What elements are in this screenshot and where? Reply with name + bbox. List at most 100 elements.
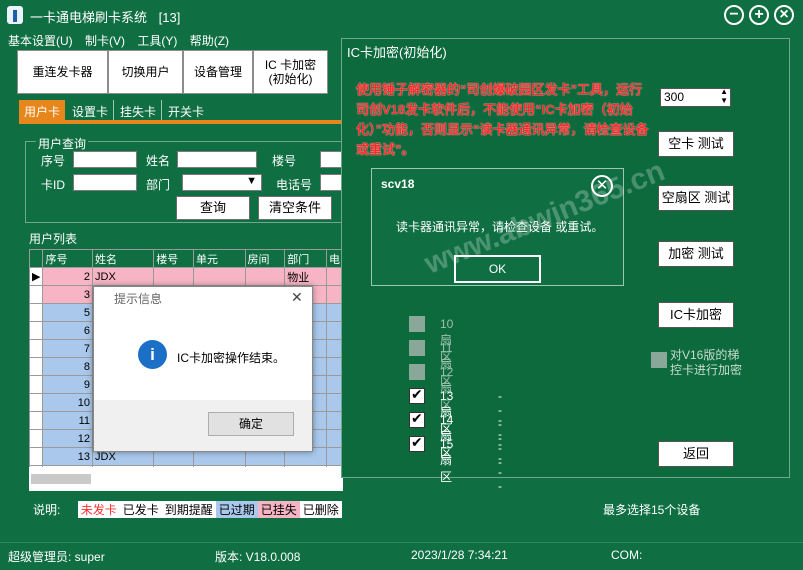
legend-bar: 说明: 未发卡 已发卡 到期提醒 已过期 已挂失 已删除 bbox=[30, 501, 345, 518]
menu-card-making[interactable]: 制卡(V) bbox=[85, 34, 125, 48]
empty-card-test-button[interactable]: 空卡 测试 bbox=[658, 131, 734, 157]
cell-serial[interactable]: 12 bbox=[42, 429, 93, 448]
row-indicator[interactable] bbox=[29, 429, 44, 448]
status-com: COM: bbox=[611, 548, 643, 562]
row-indicator[interactable] bbox=[29, 285, 44, 304]
maximize-button[interactable]: + bbox=[749, 5, 769, 25]
legend-item: 已挂失 bbox=[257, 501, 300, 518]
reconnect-reader-button[interactable]: 重连发卡器 bbox=[17, 50, 108, 94]
row-indicator[interactable] bbox=[29, 357, 44, 376]
count-spinner[interactable]: 300 ▲ ▼ bbox=[660, 87, 731, 107]
user-query-title: 用户查询 bbox=[36, 135, 89, 152]
sector-checkbox bbox=[409, 364, 425, 380]
legend-item: 已发卡 bbox=[119, 501, 162, 518]
encrypt-test-button[interactable]: 加密 测试 bbox=[658, 241, 734, 267]
row-indicator[interactable] bbox=[29, 447, 44, 466]
cell-serial[interactable]: 7 bbox=[42, 339, 93, 358]
table-header-row: 序号 姓名 楼号 单元 房间 部门 电 bbox=[29, 249, 343, 268]
row-indicator[interactable] bbox=[29, 375, 44, 394]
cell-serial[interactable]: 2 bbox=[42, 267, 93, 286]
ic-panel-title: IC卡加密(初始化) bbox=[347, 45, 447, 60]
menu-basic-settings[interactable]: 基本设置(U) bbox=[8, 34, 73, 48]
info-icon: i bbox=[138, 340, 167, 369]
sector-checkbox[interactable] bbox=[409, 434, 425, 452]
sector-checkbox[interactable] bbox=[409, 410, 425, 428]
phone-input[interactable] bbox=[320, 174, 342, 191]
cell-dept[interactable]: 物业 bbox=[284, 267, 327, 286]
legend-label: 说明: bbox=[33, 503, 61, 517]
col-dept[interactable]: 部门 bbox=[284, 249, 327, 268]
info-ok-button[interactable]: 确定 bbox=[208, 412, 294, 436]
cell-serial[interactable]: 3 bbox=[42, 285, 93, 304]
app-logo-icon: ❚ bbox=[7, 6, 23, 24]
count-spinner-value: 300 bbox=[664, 90, 685, 104]
row-indicator[interactable] bbox=[29, 339, 44, 358]
close-icon[interactable]: ✕ bbox=[291, 289, 303, 306]
sector-checkbox[interactable] bbox=[409, 386, 425, 404]
serial-label: 序号 bbox=[41, 154, 66, 168]
cell-serial[interactable]: 13 bbox=[42, 447, 93, 466]
table-row-indicator-header bbox=[29, 249, 44, 268]
table-row[interactable]: ▶ 2 JDX 物业 bbox=[29, 267, 343, 286]
cell-room[interactable] bbox=[244, 267, 286, 286]
tab-setting-card[interactable]: 设置卡 bbox=[67, 100, 115, 120]
row-indicator[interactable] bbox=[29, 321, 44, 340]
empty-sector-test-button[interactable]: 空扇区 测试 bbox=[658, 185, 734, 211]
tab-switch-card[interactable]: 开关卡 bbox=[163, 100, 209, 120]
cell-serial[interactable]: 9 bbox=[42, 375, 93, 394]
cell-serial[interactable]: 11 bbox=[42, 411, 93, 430]
dept-label: 部门 bbox=[146, 178, 171, 192]
device-manage-button[interactable]: 设备管理 bbox=[183, 50, 253, 94]
v16-checkbox[interactable] bbox=[651, 352, 667, 368]
close-icon[interactable]: ✕ bbox=[591, 175, 613, 197]
error-ok-button[interactable]: OK bbox=[454, 255, 541, 283]
row-indicator[interactable] bbox=[29, 393, 44, 412]
status-admin: 超级管理员: super bbox=[8, 550, 105, 564]
col-building[interactable]: 楼号 bbox=[153, 249, 195, 268]
cell-serial[interactable]: 5 bbox=[42, 303, 93, 322]
cell-serial[interactable]: 8 bbox=[42, 357, 93, 376]
status-datetime: 2023/1/28 7:34:21 bbox=[411, 548, 508, 562]
switch-user-button[interactable]: 切换用户 bbox=[108, 50, 183, 94]
name-input[interactable] bbox=[177, 151, 257, 168]
phone-label: 电话号 bbox=[276, 178, 313, 192]
serial-input[interactable] bbox=[73, 151, 137, 168]
col-room[interactable]: 房间 bbox=[244, 249, 286, 268]
row-indicator[interactable] bbox=[29, 303, 44, 322]
tab-user-card[interactable]: 用户卡 bbox=[19, 100, 66, 120]
tab-underline bbox=[19, 120, 341, 124]
card-id-input[interactable] bbox=[73, 174, 137, 191]
ic-encrypt-button[interactable]: IC卡加密 bbox=[658, 302, 734, 328]
building-input[interactable] bbox=[320, 151, 342, 168]
status-version: 版本: V18.0.008 bbox=[215, 550, 301, 564]
menu-help[interactable]: 帮助(Z) bbox=[190, 34, 229, 48]
horizontal-scrollbar[interactable] bbox=[29, 467, 343, 491]
scrollbar-thumb[interactable] bbox=[31, 474, 91, 484]
cell-building[interactable] bbox=[153, 267, 195, 286]
tab-lost-card[interactable]: 挂失卡 bbox=[115, 100, 163, 120]
cell-serial[interactable]: 10 bbox=[42, 393, 93, 412]
col-serial[interactable]: 序号 bbox=[42, 249, 93, 268]
sector-value: ---- bbox=[498, 437, 502, 493]
spinner-arrows-icon[interactable]: ▲ ▼ bbox=[720, 87, 728, 105]
ic-encrypt-toolbar-button[interactable]: IC 卡加密 (初始化) bbox=[253, 50, 328, 94]
row-indicator-icon[interactable]: ▶ bbox=[29, 267, 44, 286]
back-button[interactable]: 返回 bbox=[658, 441, 734, 467]
dept-select[interactable]: ▼ bbox=[182, 174, 262, 191]
sector-checkbox bbox=[409, 316, 425, 332]
cell-name[interactable]: JDX bbox=[91, 267, 155, 286]
cell-serial[interactable]: 6 bbox=[42, 321, 93, 340]
menu-tools[interactable]: 工具(Y) bbox=[137, 34, 177, 48]
search-button[interactable]: 查询 bbox=[176, 196, 250, 220]
chevron-down-icon: ▼ bbox=[246, 175, 257, 187]
minimize-button[interactable]: − bbox=[724, 5, 744, 25]
window-title: 一卡通电梯刷卡系统 [13] bbox=[30, 7, 180, 26]
row-indicator[interactable] bbox=[29, 411, 44, 430]
window-title-text: 一卡通电梯刷卡系统 bbox=[30, 10, 148, 25]
col-unit[interactable]: 单元 bbox=[193, 249, 246, 268]
sector-label: 15扇区 bbox=[440, 437, 454, 484]
close-button[interactable]: × bbox=[774, 5, 794, 25]
col-name[interactable]: 姓名 bbox=[91, 249, 155, 268]
clear-filter-button[interactable]: 清空条件 bbox=[258, 196, 332, 220]
cell-unit[interactable] bbox=[193, 267, 246, 286]
